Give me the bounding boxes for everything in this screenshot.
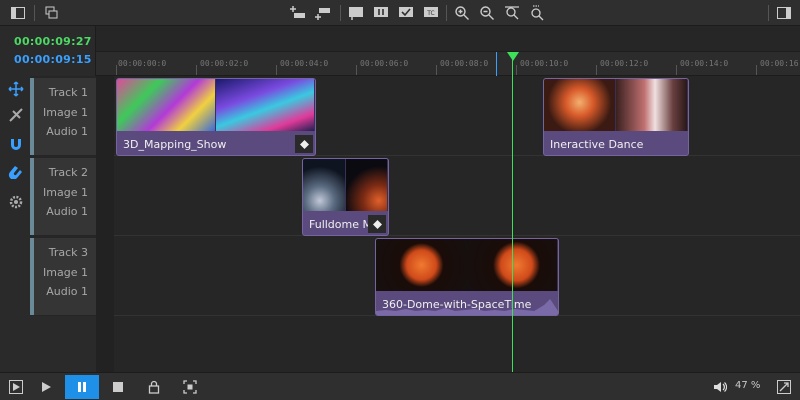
ruler-top-strip (96, 26, 800, 52)
ruler-tick-label: 00:00:16 (760, 59, 799, 68)
track-header-2[interactable]: Track 2 Image 1 Audio 1 (30, 158, 96, 236)
volume-icon[interactable] (708, 375, 732, 399)
top-toolbar: TC (0, 0, 800, 26)
clip-thumbnail (216, 79, 315, 131)
svg-text:TC: TC (426, 10, 435, 17)
track-title: Track 3 (48, 246, 88, 259)
playhead-handle[interactable] (507, 52, 519, 61)
settings-gear-icon[interactable] (7, 193, 25, 211)
ruler-tick-label: 00:00:12:0 (600, 59, 649, 68)
ruler-tick-label: 00:00:14:0 (680, 59, 729, 68)
track-image-label: Image 1 (43, 186, 88, 199)
time-ruler[interactable]: 00:00:00:0 00:00:02:0 00:00:04:0 00:00:0… (96, 52, 800, 76)
clip-thumbnail (345, 159, 388, 211)
clip-name: 3D_Mapping_Show (123, 138, 227, 151)
clip-name: 360-Dome-with-SpaceTime (382, 298, 532, 311)
timecode-icon[interactable]: TC (421, 3, 441, 23)
clip-360-dome-spacetime[interactable]: 360-Dome-with-SpaceTime (375, 238, 559, 316)
side-tools (0, 76, 30, 372)
marker-icon[interactable] (346, 3, 366, 23)
ruler-tick-label: 00:00:04:0 (280, 59, 329, 68)
current-timecode[interactable]: 00:00:09:27 (14, 35, 92, 48)
zoom-in-icon[interactable] (452, 3, 472, 23)
timeline-left-gutter (96, 76, 114, 372)
add-track-above-icon[interactable] (288, 3, 308, 23)
transport-bar: 47 % (0, 372, 800, 400)
clip-thumbnail (616, 79, 688, 131)
expand-icon[interactable] (772, 375, 796, 399)
timecode-panel: 00:00:09:27 00:00:09:15 (0, 26, 96, 76)
track-header-3[interactable]: Track 3 Image 1 Audio 1 (30, 238, 96, 316)
track-audio-label: Audio 1 (46, 125, 88, 138)
clip-thumbnail (303, 159, 346, 211)
ripple-magnet-icon[interactable] (7, 162, 25, 180)
play-icon[interactable] (34, 375, 58, 399)
clip-fulldome[interactable]: Fulldome M (302, 158, 389, 236)
ruler-tick-label: 00:00:00:0 (118, 59, 167, 68)
keyframe-diamond-icon[interactable] (368, 215, 386, 233)
clip-thumbnail (117, 79, 216, 131)
pause-button[interactable] (65, 375, 99, 399)
check-marker-icon[interactable] (396, 3, 416, 23)
in-point-marker[interactable] (496, 52, 497, 76)
clip-name: Fulldome M (309, 218, 372, 231)
clip-interactive-dance[interactable]: Ineractive Dance (543, 78, 689, 156)
track-lane-2[interactable] (96, 156, 800, 236)
timeline-editor: TC 00:00:09:27 00:00:09:15 00:00:00:0 00… (0, 0, 800, 400)
clip-3d-mapping-show[interactable]: 3D_Mapping_Show (116, 78, 316, 156)
lock-icon[interactable] (142, 375, 166, 399)
keyframe-diamond-icon[interactable] (295, 135, 313, 153)
toggle-left-panel-icon[interactable] (8, 3, 28, 23)
split-icon[interactable] (371, 3, 391, 23)
track-audio-label: Audio 1 (46, 285, 88, 298)
zoom-out-icon[interactable] (477, 3, 497, 23)
fit-to-screen-icon[interactable] (178, 375, 202, 399)
ruler-tick-label: 00:00:10:0 (520, 59, 569, 68)
layers-icon[interactable] (42, 3, 62, 23)
play-from-start-icon[interactable] (4, 375, 28, 399)
track-audio-label: Audio 1 (46, 205, 88, 218)
marker-timecode[interactable]: 00:00:09:15 (14, 53, 92, 66)
add-track-below-icon[interactable] (313, 3, 333, 23)
clip-thumbnail (544, 79, 616, 131)
zoom-level[interactable]: 47 % (735, 380, 760, 391)
track-header-1[interactable]: Track 1 Image 1 Audio 1 (30, 78, 96, 156)
stop-icon[interactable] (106, 375, 130, 399)
track-image-label: Image 1 (43, 266, 88, 279)
ruler-tick-label: 00:00:06:0 (360, 59, 409, 68)
track-title: Track 2 (48, 166, 88, 179)
razor-tool-icon[interactable] (7, 106, 25, 124)
toggle-right-panel-icon[interactable] (774, 3, 794, 23)
clip-thumbnail (376, 239, 467, 291)
track-image-label: Image 1 (43, 106, 88, 119)
playhead-line[interactable] (512, 52, 513, 372)
clip-name: Ineractive Dance (550, 138, 644, 151)
track-title: Track 1 (48, 86, 88, 99)
ruler-tick-label: 00:00:08:0 (440, 59, 489, 68)
zoom-fit-icon[interactable] (502, 3, 522, 23)
move-tool-icon[interactable] (7, 80, 25, 98)
ruler-tick-label: 00:00:02:0 (200, 59, 249, 68)
snap-magnet-icon[interactable] (7, 136, 25, 154)
zoom-reset-icon[interactable] (527, 3, 547, 23)
track-header-empty (30, 316, 96, 372)
